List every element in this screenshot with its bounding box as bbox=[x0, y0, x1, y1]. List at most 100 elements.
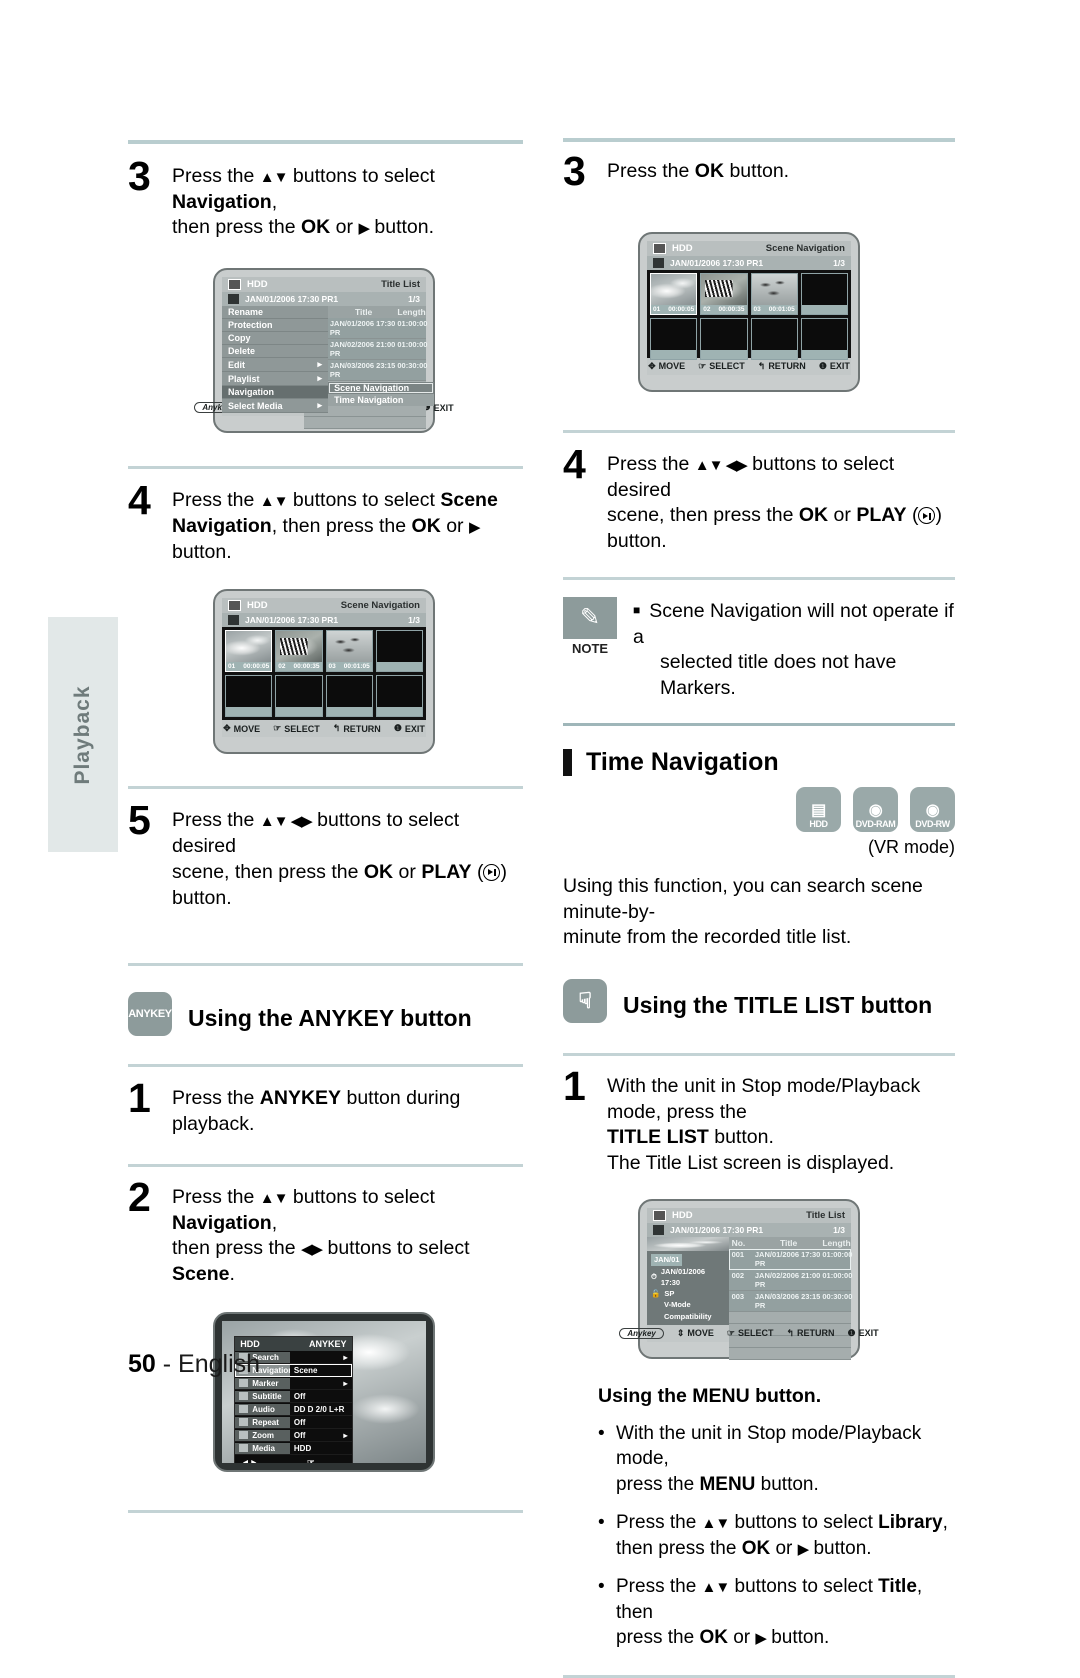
footer-select: ☞SELECT bbox=[273, 723, 320, 734]
divider bbox=[128, 1064, 523, 1068]
cell-title: JAN/01/2006 17:30 PR bbox=[754, 1249, 821, 1268]
anykey-row-audio[interactable]: Audio DD D 2/0 L+R bbox=[235, 1403, 352, 1417]
film-icon bbox=[228, 294, 239, 305]
row-label: Media bbox=[252, 1443, 275, 1453]
scene-cell[interactable]: 02 00:00:35 bbox=[700, 272, 748, 315]
text-frag: or bbox=[393, 860, 422, 883]
cell-title: JAN/03/2006 23:15 PR bbox=[754, 1291, 821, 1310]
table-row[interactable]: 003 JAN/03/2006 23:15 PR 00:30:00 bbox=[728, 1290, 852, 1312]
hdd-icon bbox=[228, 279, 241, 291]
info-compat: V-Mode Compatibility bbox=[664, 1300, 712, 1321]
film-icon bbox=[228, 615, 239, 626]
cell-title: JAN/02/2006 21:00 PR bbox=[329, 340, 396, 359]
scene-cell-empty: . bbox=[375, 630, 423, 673]
note-text: ■ Scene Navigation will not operate if a … bbox=[633, 597, 955, 702]
leftright-arrows-icon: ◄► bbox=[241, 1457, 259, 1463]
divider bbox=[128, 1509, 523, 1513]
media-badge-dvdrw: ◉ DVD-RW bbox=[910, 786, 955, 832]
menu-item-navigation[interactable]: Navigation bbox=[222, 386, 329, 400]
leftright-arrows-icon: ◀▶ bbox=[301, 1241, 323, 1259]
note-caption: NOTE bbox=[571, 640, 609, 656]
text-frag: Using this function, you can search scen… bbox=[563, 874, 923, 923]
scene-cell[interactable]: 02 00:00:35 bbox=[275, 630, 323, 673]
cell-no: 003 bbox=[731, 1291, 745, 1301]
text-frag: With the unit in Stop mode/Playback mode… bbox=[607, 1075, 921, 1123]
text-frag: . bbox=[229, 1263, 235, 1286]
osd-mode-label: Title List bbox=[381, 279, 420, 291]
col-length: Length bbox=[822, 1237, 851, 1248]
scene-time: 00:01:05 bbox=[343, 663, 370, 671]
menu-item-select-media[interactable]: Select Media ▸ bbox=[222, 399, 329, 414]
menu-item-playlist[interactable]: Playlist ▸ bbox=[222, 372, 329, 387]
menu-item-label: Select Media bbox=[228, 400, 283, 411]
text-frag: or bbox=[770, 1537, 798, 1559]
screen-titlelist: HDD Title List JAN/01/2006 17:30 PR1 1/3 bbox=[619, 1198, 879, 1360]
anykey-menu-panel: Rename Protection Copy Delete Edit ▸ Pla… bbox=[222, 306, 329, 414]
text-bold: PLAY bbox=[421, 860, 472, 883]
anykey-row-media[interactable]: Media HDD bbox=[235, 1442, 352, 1456]
anykey-row-zoom[interactable]: Zoom Off ▸ bbox=[235, 1429, 352, 1443]
step-number: 3 bbox=[563, 148, 586, 194]
osd-title-bar: HDD Title List bbox=[222, 277, 426, 293]
anykey-row-repeat[interactable]: Repeat Off bbox=[235, 1416, 352, 1430]
step-text: Press the ▲▼ buttons to select Navigatio… bbox=[172, 1182, 523, 1288]
disc-icon: ◉ bbox=[925, 801, 940, 819]
updown-arrows-icon: ▲▼ bbox=[259, 169, 289, 186]
return-icon: ↰ bbox=[757, 360, 766, 371]
table-row[interactable]: 001 JAN/01/2006 17:30 PR 01:00:00 bbox=[728, 1248, 852, 1270]
return-icon: ↰ bbox=[332, 723, 341, 734]
table-row-empty: . bbox=[303, 417, 426, 430]
chapter-tab-label: Playback bbox=[71, 684, 94, 785]
scene-cell[interactable]: 03 00:01:05 bbox=[325, 630, 373, 673]
return-icon: ↰ bbox=[786, 1327, 795, 1338]
chevron-right-icon: ▸ bbox=[317, 373, 323, 384]
scene-cell[interactable]: 01 00:00:05 bbox=[225, 630, 273, 673]
row-value: HDD bbox=[293, 1443, 312, 1453]
divider bbox=[128, 786, 523, 790]
step-text: Press the ANYKEY button during playback. bbox=[172, 1083, 523, 1137]
text-frag: press the bbox=[616, 1473, 700, 1495]
text-frag: button. bbox=[724, 160, 790, 182]
select-icon: ☞ bbox=[273, 723, 282, 734]
lock-icon: 🔓 bbox=[651, 1289, 661, 1299]
text-frag: or bbox=[330, 216, 359, 239]
osd-source-label: HDD bbox=[247, 600, 268, 612]
menu-item-copy[interactable]: Copy bbox=[222, 332, 329, 346]
table-row-empty: . bbox=[728, 1311, 851, 1324]
anykey-footer: ◄► CHANGE ☞ SELECT bbox=[235, 1455, 351, 1462]
menu-item-protection[interactable]: Protection bbox=[222, 319, 329, 333]
footer-exit: ❶ EXIT bbox=[393, 723, 425, 734]
scene-thumbnail bbox=[326, 631, 372, 663]
scene-cell-empty: . bbox=[650, 317, 698, 360]
scene-cell-empty: . bbox=[225, 675, 273, 718]
submenu-item-scene-navigation[interactable]: Scene Navigation bbox=[328, 382, 435, 395]
menu-item-rename[interactable]: Rename bbox=[222, 306, 329, 320]
chapter-tab: Playback bbox=[48, 617, 118, 852]
screen-anykey-overlay: HDD ANYKEY Search ▸ Navigation Scene Mar… bbox=[213, 1311, 435, 1472]
scene-thumbnail bbox=[226, 631, 272, 663]
dpad-arrows-icon: ▲▼ ◀▶ bbox=[259, 813, 313, 831]
menu-item-edit[interactable]: Edit ▸ bbox=[222, 358, 329, 373]
anykey-icon: ANYKEY bbox=[128, 992, 172, 1037]
play-button-icon bbox=[918, 507, 936, 525]
anykey-row-subtitle[interactable]: Subtitle Off bbox=[235, 1390, 352, 1404]
text-frag: scene, then press the bbox=[607, 504, 799, 527]
submenu-item-time-navigation[interactable]: Time Navigation bbox=[328, 394, 434, 406]
scene-index: 01 bbox=[228, 663, 236, 671]
text-frag: minute from the recorded title list. bbox=[563, 926, 852, 949]
bullet-dot: • bbox=[598, 1576, 605, 1598]
menu-item-label: Protection bbox=[228, 320, 273, 331]
anykey-row-marker[interactable]: Marker ▸ bbox=[235, 1377, 352, 1391]
section-bar bbox=[563, 748, 572, 776]
film-icon bbox=[653, 1224, 664, 1235]
table-row[interactable]: 002 JAN/02/2006 21:00 PR 01:00:00 bbox=[728, 1269, 852, 1291]
text-bold: Navigation bbox=[172, 190, 272, 213]
menu-item-delete[interactable]: Delete bbox=[222, 345, 329, 359]
text-bold: OK bbox=[301, 216, 331, 239]
step-5-left: 5 Press the ▲▼ ◀▶ buttons to select desi… bbox=[128, 800, 523, 911]
scene-cell[interactable]: 01 00:00:05 bbox=[650, 272, 698, 315]
row-value: Off bbox=[293, 1430, 306, 1440]
step-number: 2 bbox=[128, 1173, 151, 1220]
anykey-badge: Anykey bbox=[619, 1327, 664, 1339]
scene-cell[interactable]: 03 00:01:05 bbox=[750, 272, 798, 315]
